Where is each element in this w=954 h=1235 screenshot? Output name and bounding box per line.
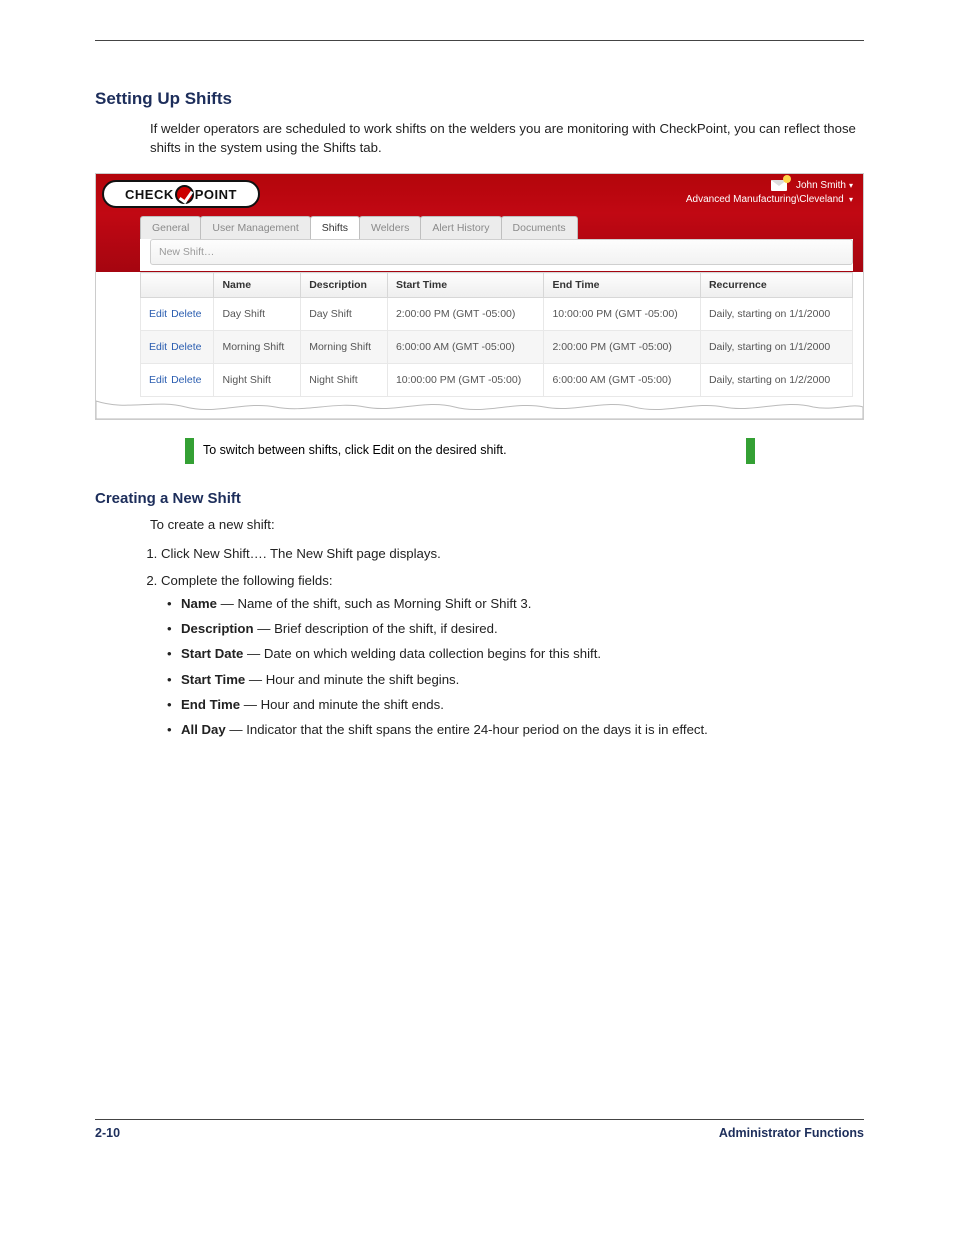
app-header: CHECK POINT John Smith▾ Advanced Manufac… <box>96 174 863 272</box>
screenshot: CHECK POINT John Smith▾ Advanced Manufac… <box>95 173 864 420</box>
delete-link[interactable]: Delete <box>171 374 201 386</box>
chevron-down-icon: ▾ <box>847 195 853 204</box>
cell-end: 10:00:00 PM (GMT -05:00) <box>544 298 701 331</box>
field-desc: — Date on which welding data collection … <box>247 646 601 661</box>
edit-link[interactable]: Edit <box>149 341 167 353</box>
new-shift-button[interactable]: New Shift… <box>159 246 214 258</box>
cell-rec: Daily, starting on 1/1/2000 <box>700 331 852 364</box>
brand-check-icon <box>175 185 194 204</box>
field-label: Start Date <box>181 646 247 661</box>
cell-desc: Night Shift <box>301 364 388 397</box>
org-menu[interactable]: Advanced Manufacturing\Cleveland ▾ <box>686 194 853 205</box>
cell-end: 6:00:00 AM (GMT -05:00) <box>544 364 701 397</box>
field-label: Name <box>181 596 221 611</box>
cell-start: 6:00:00 AM (GMT -05:00) <box>387 331 544 364</box>
torn-edge <box>96 397 863 419</box>
field-item: Name — Name of the shift, such as Mornin… <box>181 594 864 613</box>
brand-left: CHECK <box>125 187 174 202</box>
cell-desc: Day Shift <box>301 298 388 331</box>
delete-link[interactable]: Delete <box>171 308 201 320</box>
cell-name: Night Shift <box>214 364 301 397</box>
field-label: All Day <box>181 722 229 737</box>
field-desc: — Hour and minute the shift ends. <box>244 697 444 712</box>
table-row: EditDeleteMorning ShiftMorning Shift6:00… <box>141 331 853 364</box>
field-item: Description — Brief description of the s… <box>181 619 864 638</box>
field-desc: — Name of the shift, such as Morning Shi… <box>221 596 532 611</box>
field-item: End Time — Hour and minute the shift end… <box>181 695 864 714</box>
note-text: To switch between shifts, click Edit on … <box>203 442 737 460</box>
step-intro: To create a new shift: <box>150 515 864 534</box>
field-label: End Time <box>181 697 244 712</box>
cell-start: 10:00:00 PM (GMT -05:00) <box>387 364 544 397</box>
col-description: Description <box>301 273 388 298</box>
footer-section: Administrator Functions <box>719 1126 864 1140</box>
edit-link[interactable]: Edit <box>149 374 167 386</box>
header-user-block: John Smith▾ Advanced Manufacturing\Cleve… <box>686 180 853 205</box>
step-item: Click New Shift…. The New Shift page dis… <box>161 544 864 563</box>
tab-general[interactable]: General <box>140 216 201 239</box>
edit-link[interactable]: Edit <box>149 308 167 320</box>
col-start-time: Start Time <box>387 273 544 298</box>
cell-rec: Daily, starting on 1/2/2000 <box>700 364 852 397</box>
field-bullets: Name — Name of the shift, such as Mornin… <box>161 594 864 739</box>
col-actions <box>141 273 214 298</box>
note-callout: To switch between shifts, click Edit on … <box>185 438 755 464</box>
section-intro: If welder operators are scheduled to wor… <box>150 119 864 157</box>
tab-welders[interactable]: Welders <box>359 216 421 239</box>
field-desc: — Brief description of the shift, if des… <box>257 621 497 636</box>
cell-actions: Edit Delete <box>141 298 214 331</box>
brand-right: POINT <box>195 187 237 202</box>
field-item: Start Time — Hour and minute the shift b… <box>181 670 864 689</box>
table-row: EditDeleteDay ShiftDay Shift2:00:00 PM (… <box>141 298 853 331</box>
brand-logo: CHECK POINT <box>102 180 260 208</box>
app-window: CHECK POINT John Smith▾ Advanced Manufac… <box>95 173 864 420</box>
cell-name: Morning Shift <box>214 331 301 364</box>
field-item: Start Date — Date on which welding data … <box>181 644 864 663</box>
tab-alert-history[interactable]: Alert History <box>420 216 501 239</box>
field-desc: — Indicator that the shift spans the ent… <box>229 722 707 737</box>
footer-page-number: 2-10 <box>95 1126 120 1140</box>
org-path: Advanced Manufacturing\Cleveland <box>686 194 844 205</box>
user-menu[interactable]: John Smith▾ <box>796 180 853 191</box>
delete-link[interactable]: Delete <box>171 341 201 353</box>
col-name: Name <box>214 273 301 298</box>
tab-shifts[interactable]: Shifts <box>310 216 360 239</box>
grid-area: NameDescriptionStart TimeEnd TimeRecurre… <box>96 272 863 397</box>
tab-documents[interactable]: Documents <box>501 216 578 239</box>
step-heading: Creating a New Shift <box>95 490 864 507</box>
page-footer: 2-10 Administrator Functions <box>95 1119 864 1140</box>
cell-rec: Daily, starting on 1/1/2000 <box>700 298 852 331</box>
cell-desc: Morning Shift <box>301 331 388 364</box>
chevron-down-icon: ▾ <box>849 181 853 190</box>
field-desc: — Hour and minute the shift begins. <box>249 672 459 687</box>
section-heading: Setting Up Shifts <box>95 89 864 109</box>
table-row: EditDeleteNight ShiftNight Shift10:00:00… <box>141 364 853 397</box>
step-item: Complete the following fields:Name — Nam… <box>161 571 864 739</box>
col-recurrence: Recurrence <box>700 273 852 298</box>
field-label: Description <box>181 621 257 636</box>
field-label: Start Time <box>181 672 249 687</box>
cell-end: 2:00:00 PM (GMT -05:00) <box>544 331 701 364</box>
cell-start: 2:00:00 PM (GMT -05:00) <box>387 298 544 331</box>
cell-actions: Edit Delete <box>141 331 214 364</box>
steps-list: Click New Shift…. The New Shift page dis… <box>95 544 864 739</box>
tab-user-management[interactable]: User Management <box>200 216 310 239</box>
cell-name: Day Shift <box>214 298 301 331</box>
field-item: All Day — Indicator that the shift spans… <box>181 720 864 739</box>
tab-bar: GeneralUser ManagementShiftsWeldersAlert… <box>140 216 577 239</box>
user-name: John Smith <box>796 180 846 191</box>
col-end-time: End Time <box>544 273 701 298</box>
cell-actions: Edit Delete <box>141 364 214 397</box>
shifts-table: NameDescriptionStart TimeEnd TimeRecurre… <box>140 272 853 397</box>
mail-icon[interactable] <box>771 180 787 191</box>
toolbar: New Shift… <box>150 239 853 265</box>
